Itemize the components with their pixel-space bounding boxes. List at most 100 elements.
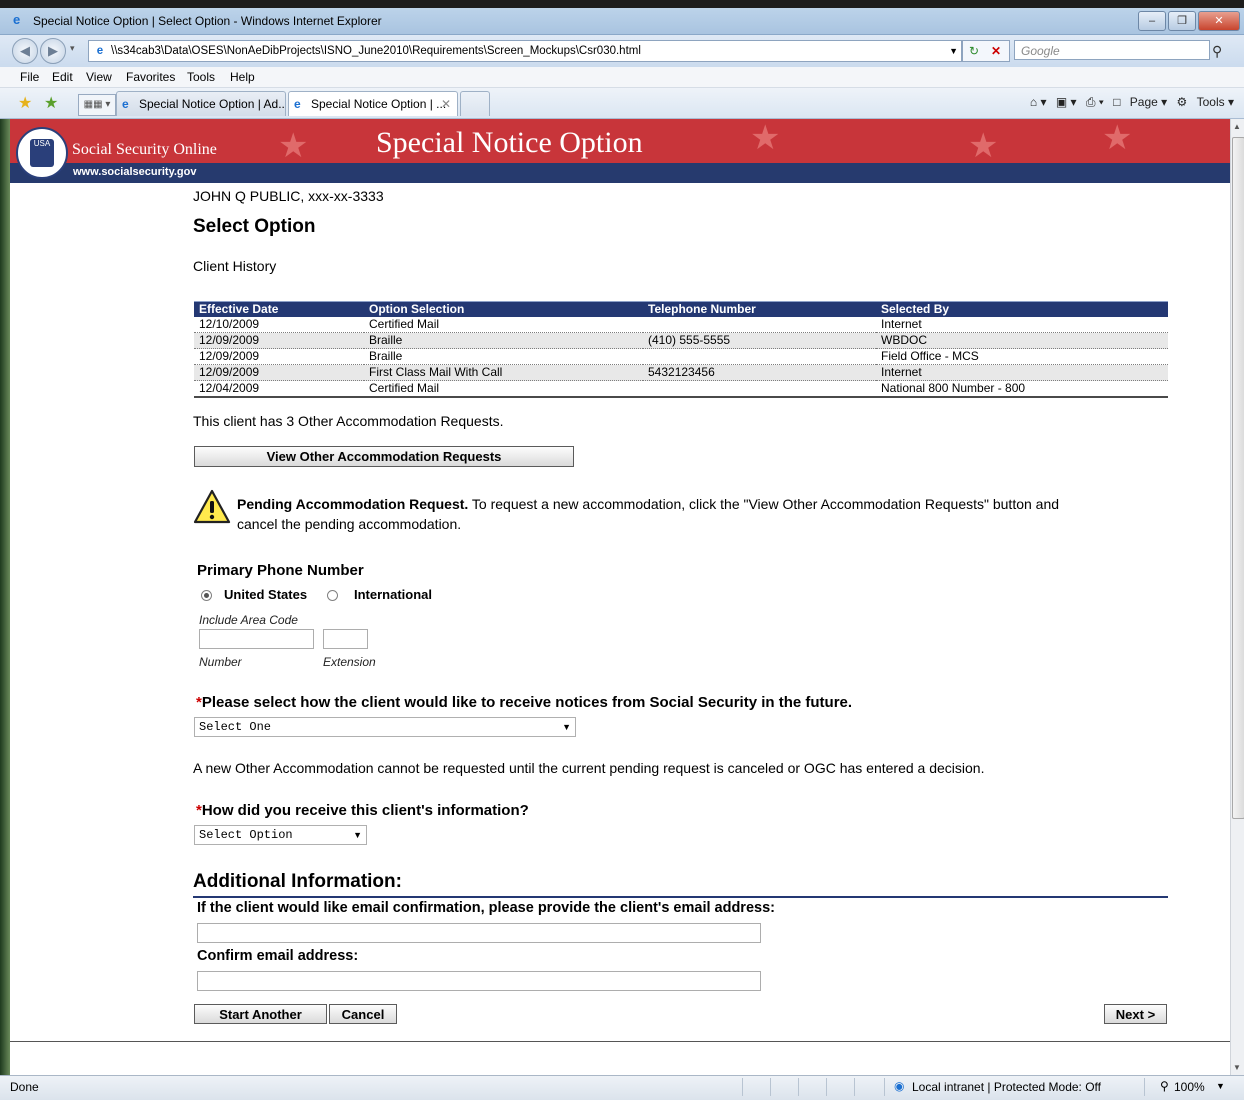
radio-united-states[interactable]: [201, 590, 212, 601]
history-header-row: Effective Date Option Selection Telephon…: [194, 301, 1168, 317]
zone-text[interactable]: Local intranet | Protected Mode: Off: [912, 1080, 1101, 1094]
minimize-button[interactable]: –: [1138, 11, 1166, 31]
start-another-button[interactable]: Start Another: [194, 1004, 327, 1024]
col-option-selection: Option Selection: [364, 301, 643, 317]
menu-file[interactable]: File: [20, 70, 39, 84]
address-dropdown-icon[interactable]: ▼: [949, 41, 958, 61]
chevron-down-icon: ▼: [562, 722, 571, 732]
print-icon[interactable]: ⎙ ▾: [1086, 95, 1104, 109]
window-title: Special Notice Option | Select Option - …: [33, 14, 382, 28]
address-text: \\s34cab3\Data\OSES\NonAeDibProjects\ISN…: [111, 45, 641, 57]
cancel-button[interactable]: Cancel: [329, 1004, 397, 1024]
feeds-icon[interactable]: ▣ ▾: [1056, 95, 1077, 109]
forward-button[interactable]: ▶: [40, 38, 66, 64]
cell: Braille: [364, 332, 643, 349]
cell: 12/04/2009: [194, 380, 364, 398]
scroll-thumb[interactable]: [1232, 137, 1244, 819]
next-button[interactable]: Next >: [1104, 1004, 1167, 1024]
scroll-up-icon[interactable]: ▲: [1233, 122, 1241, 131]
left-frame-edge: [0, 119, 10, 1075]
info-source-selected: Select Option: [199, 828, 293, 842]
scroll-down-icon[interactable]: ▼: [1233, 1063, 1241, 1072]
new-tab-button[interactable]: [460, 91, 490, 116]
zoom-dropdown-icon[interactable]: ▼: [1216, 1081, 1225, 1091]
cell: [643, 348, 876, 365]
confirm-email-input[interactable]: [197, 971, 761, 991]
source-question-text: How did you receive this client's inform…: [201, 802, 529, 819]
cell: 12/09/2009: [194, 332, 364, 349]
address-field[interactable]: e \\s34cab3\Data\OSES\NonAeDibProjects\IS…: [88, 40, 962, 62]
chevron-down-icon: ▼: [353, 830, 362, 840]
refresh-stop-group: ↻ ✕: [962, 40, 1010, 62]
close-tab-icon[interactable]: ✕: [441, 92, 451, 116]
cell: [643, 317, 876, 333]
search-input[interactable]: Google: [1014, 40, 1210, 60]
banner-title: Special Notice Option: [376, 126, 643, 159]
status-divider: [884, 1078, 885, 1096]
zoom-icon: ⚲: [1160, 1079, 1169, 1093]
home-icon[interactable]: ⌂ ▾: [1030, 95, 1047, 109]
phone-heading: Primary Phone Number: [197, 562, 364, 579]
radio-international[interactable]: [327, 590, 338, 601]
radio-international-label[interactable]: International: [354, 587, 432, 602]
tools-menu[interactable]: ⚙ Tools ▾: [1177, 95, 1234, 109]
tab-1[interactable]: e Special Notice Option | Ad...: [116, 91, 286, 116]
maximize-button[interactable]: ❐: [1168, 11, 1196, 31]
table-row: 12/09/2009 Braille (410) 555-5555 WBDOC: [194, 332, 1168, 349]
stop-icon[interactable]: ✕: [985, 41, 1007, 61]
back-button[interactable]: ◀: [12, 38, 38, 64]
radio-united-states-label[interactable]: United States: [224, 587, 307, 602]
table-row: 12/04/2009 Certified Mail National 800 N…: [194, 380, 1168, 398]
email-input[interactable]: [197, 923, 761, 943]
history-dropdown-icon[interactable]: ▾: [70, 43, 75, 54]
page-title: Select Option: [193, 216, 316, 237]
seal-text: USA: [33, 139, 51, 148]
favorites-star-icon[interactable]: ★: [18, 93, 32, 113]
extension-label: Extension: [323, 655, 376, 669]
status-divider: [826, 1078, 827, 1096]
view-other-requests-button[interactable]: View Other Accommodation Requests: [194, 446, 574, 467]
status-divider: [770, 1078, 771, 1096]
notice-method-select[interactable]: Select One ▼: [194, 717, 576, 737]
zoom-level[interactable]: 100%: [1174, 1080, 1205, 1094]
tab-bar: ★ ★ ▦▦ ▾ e Special Notice Option | Ad...…: [0, 88, 1244, 119]
refresh-icon[interactable]: ↻: [963, 41, 985, 61]
status-text: Done: [10, 1080, 39, 1094]
cell: Certified Mail: [364, 317, 643, 333]
menu-help[interactable]: Help: [230, 70, 255, 84]
site-name[interactable]: Social Security Online: [72, 141, 217, 159]
phone-number-input[interactable]: [199, 629, 314, 649]
cell: National 800 Number - 800: [876, 380, 1168, 398]
quick-tabs-button[interactable]: ▦▦ ▾: [78, 94, 116, 116]
table-row: 12/10/2009 Certified Mail Internet: [194, 317, 1168, 333]
cell: Internet: [876, 317, 1168, 333]
command-bar: ⌂ ▾ ▣ ▾ ⎙ ▾ □ Page ▾ ⚙ Tools ▾: [1024, 95, 1234, 110]
cell: [643, 380, 876, 398]
seal-inner: USA: [30, 139, 54, 167]
menu-tools[interactable]: Tools: [187, 70, 215, 84]
add-favorite-icon[interactable]: ★: [44, 93, 58, 113]
cell: First Class Mail With Call: [364, 364, 643, 381]
search-icon[interactable]: ⚲: [1212, 43, 1222, 60]
cell: 12/09/2009: [194, 364, 364, 381]
menu-view[interactable]: View: [86, 70, 112, 84]
phone-extension-input[interactable]: [323, 629, 368, 649]
window-controls: – ❐ ✕: [1138, 11, 1240, 31]
intranet-globe-icon: ◉: [894, 1079, 905, 1093]
close-window-button[interactable]: ✕: [1198, 11, 1240, 31]
client-history-heading: Client History: [193, 258, 277, 274]
vertical-scrollbar[interactable]: ▲ ▼: [1230, 119, 1244, 1075]
pending-request-text: Pending Accommodation Request. To reques…: [237, 494, 1197, 534]
banner-star-icon: ★: [968, 127, 999, 165]
menu-edit[interactable]: Edit: [52, 70, 73, 84]
info-source-select[interactable]: Select Option ▼: [194, 825, 367, 845]
menu-favorites[interactable]: Favorites: [126, 70, 175, 84]
cell: Field Office - MCS: [876, 348, 1168, 365]
top-strip: [0, 0, 1244, 8]
page-menu-label: Page: [1129, 95, 1158, 109]
page-menu[interactable]: □ Page ▾: [1113, 95, 1167, 109]
tab-2[interactable]: e Special Notice Option | ... ✕: [288, 91, 458, 116]
pending-body-2: cancel the pending accommodation.: [237, 516, 462, 532]
site-url[interactable]: www.socialsecurity.gov: [73, 166, 197, 178]
address-toolbar: ◀ ▶ ▾ e \\s34cab3\Data\OSES\NonAeDibProje…: [0, 35, 1244, 67]
